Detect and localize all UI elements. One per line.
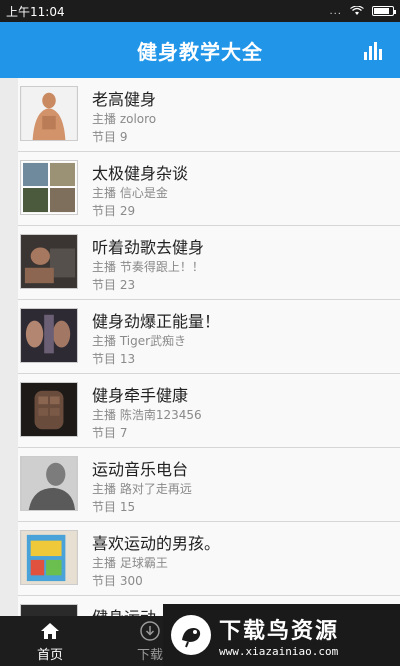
status-time: 上午11:04 bbox=[6, 4, 65, 19]
program-title: 健身运动 bbox=[92, 604, 156, 616]
watermark-text: 下载鸟资源 www.xiazainiao.com bbox=[219, 613, 339, 658]
status-icons: ... bbox=[329, 5, 396, 17]
program-title: 健身牵手健康 bbox=[92, 386, 189, 405]
program-title: 听着劲歌去健身 bbox=[92, 238, 205, 257]
program-thumbnail bbox=[20, 456, 78, 511]
program-host: 主播 陈浩南123456 bbox=[92, 408, 202, 422]
program-title: 运动音乐电台 bbox=[92, 460, 189, 479]
program-host: 主播 节奏得跟上！！ bbox=[92, 260, 204, 274]
program-thumbnail bbox=[20, 234, 78, 289]
program-title: 太极健身杂谈 bbox=[92, 164, 189, 183]
program-host: 主播 足球霸王 bbox=[92, 556, 168, 570]
page-title: 健身教学大全 bbox=[137, 39, 263, 64]
list-item[interactable]: 运动音乐电台 主播 路对了走再远 节目 15 bbox=[18, 448, 400, 522]
program-count: 节目 29 bbox=[92, 204, 136, 218]
battery-icon bbox=[372, 6, 396, 16]
bar-chart-icon[interactable] bbox=[364, 40, 384, 60]
watermark-brand: 下载鸟资源 bbox=[219, 618, 340, 644]
bird-logo-icon bbox=[171, 615, 211, 655]
app-bar: 健身教学大全 bbox=[0, 22, 400, 78]
program-title: 老高健身 bbox=[92, 90, 157, 109]
download-icon bbox=[140, 620, 160, 641]
program-host: 主播 信心是金 bbox=[92, 186, 168, 200]
nav-home-label: 首页 bbox=[36, 647, 63, 663]
watermark-logo: 下载鸟资源 www.xiazainiao.com bbox=[163, 604, 400, 666]
program-thumbnail bbox=[20, 160, 78, 215]
program-thumbnail bbox=[20, 308, 78, 363]
notification-dots: ... bbox=[329, 5, 342, 17]
battery-fill bbox=[374, 8, 390, 14]
list-item[interactable]: 健身牵手健康 主播 陈浩南123456 节目 7 bbox=[18, 374, 400, 448]
program-host: 主播 Tiger武痴き bbox=[92, 334, 187, 348]
program-host: 主播 路对了走再远 bbox=[92, 482, 192, 496]
list-item[interactable]: 喜欢运动的男孩。 主播 足球霸王 节目 300 bbox=[18, 522, 400, 596]
nav-home[interactable]: 首页 bbox=[0, 616, 100, 666]
list-item[interactable]: 听着劲歌去健身 主播 节奏得跟上！！ 节目 23 bbox=[18, 226, 400, 300]
program-title: 健身劲爆正能量！ bbox=[92, 312, 221, 331]
list-item[interactable]: 太极健身杂谈 主播 信心是金 节目 29 bbox=[18, 152, 400, 226]
list-item[interactable]: 老高健身 主播 zoloro 节目 9 bbox=[18, 78, 400, 152]
watermark-url: www.xiazainiao.com bbox=[219, 644, 339, 658]
program-list: 老高健身 主播 zoloro 节目 9 太极健身杂谈 主播 信心是金 节目 29… bbox=[0, 78, 400, 616]
program-count: 节目 9 bbox=[92, 130, 128, 144]
home-icon bbox=[41, 622, 59, 639]
program-count: 节目 300 bbox=[92, 574, 143, 588]
program-count: 节目 7 bbox=[92, 426, 128, 440]
program-thumbnail bbox=[20, 530, 78, 585]
wifi-icon bbox=[350, 6, 364, 15]
program-count: 节目 23 bbox=[92, 278, 136, 292]
program-count: 节目 13 bbox=[92, 352, 136, 366]
program-host: 主播 zoloro bbox=[92, 112, 157, 126]
program-thumbnail bbox=[20, 604, 78, 616]
status-bar: 上午11:04 ... bbox=[0, 0, 400, 22]
list-item[interactable]: 健身劲爆正能量！ 主播 Tiger武痴き 节目 13 bbox=[18, 300, 400, 374]
program-thumbnail bbox=[20, 86, 78, 141]
program-thumbnail bbox=[20, 382, 78, 437]
program-title: 喜欢运动的男孩。 bbox=[92, 534, 221, 553]
nav-download-label: 下载 bbox=[136, 647, 163, 663]
program-count: 节目 15 bbox=[92, 500, 136, 514]
